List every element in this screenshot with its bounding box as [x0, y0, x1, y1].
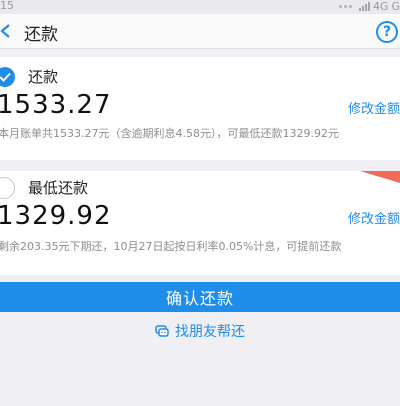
minimum-description: 剩余203.35元下期还，10月27日起按日利率0.05%计息，可提前还款 — [0, 240, 342, 253]
ask-friend-label: 找朋友帮还 — [175, 324, 245, 340]
repay-minimum-option[interactable]: 最低还款 1329.92 修改金额 剩余203.35元下期还，10月27日起按日… — [0, 171, 400, 275]
checkmark-selected-icon[interactable] — [0, 67, 15, 87]
signal-bars-icon — [358, 2, 370, 11]
option-label: 最低还款 — [28, 179, 89, 197]
repay-full-option[interactable]: 还款 1533.27 修改金额 本月账单共1533.27元（含逾期利息4.58元… — [0, 57, 400, 160]
radio-unselected-icon[interactable] — [0, 177, 15, 199]
nav-bar: 还款 ? — [0, 14, 400, 49]
ask-friend-link[interactable]: 找朋友帮还 — [0, 319, 400, 343]
modify-amount-link[interactable]: 修改金额 — [348, 208, 400, 227]
page-title: 还款 — [24, 25, 58, 45]
confirm-repay-button[interactable]: 确认还款 — [0, 282, 400, 312]
chevron-left-icon[interactable] — [0, 24, 12, 38]
option-label: 还款 — [28, 68, 59, 86]
carrier-letter: G — [391, 0, 400, 13]
network-type: 4G — [372, 0, 389, 13]
corner-tag-badge — [360, 171, 400, 183]
status-indicators: 4G G — [338, 0, 400, 13]
repay-amount: 1533.27 — [0, 90, 112, 120]
status-time: 15 — [0, 0, 14, 12]
bill-description: 本月账单共1533.27元（含逾期利息4.58元），可最低还款1329.92元 — [0, 127, 339, 140]
repay-amount: 1329.92 — [0, 201, 112, 231]
modify-amount-link[interactable]: 修改金额 — [348, 98, 400, 117]
notification-dots-icon — [338, 5, 352, 8]
chat-bubble-icon — [155, 325, 169, 337]
status-bar: 15 4G G — [0, 0, 400, 14]
question-circle-icon[interactable]: ? — [376, 21, 398, 43]
